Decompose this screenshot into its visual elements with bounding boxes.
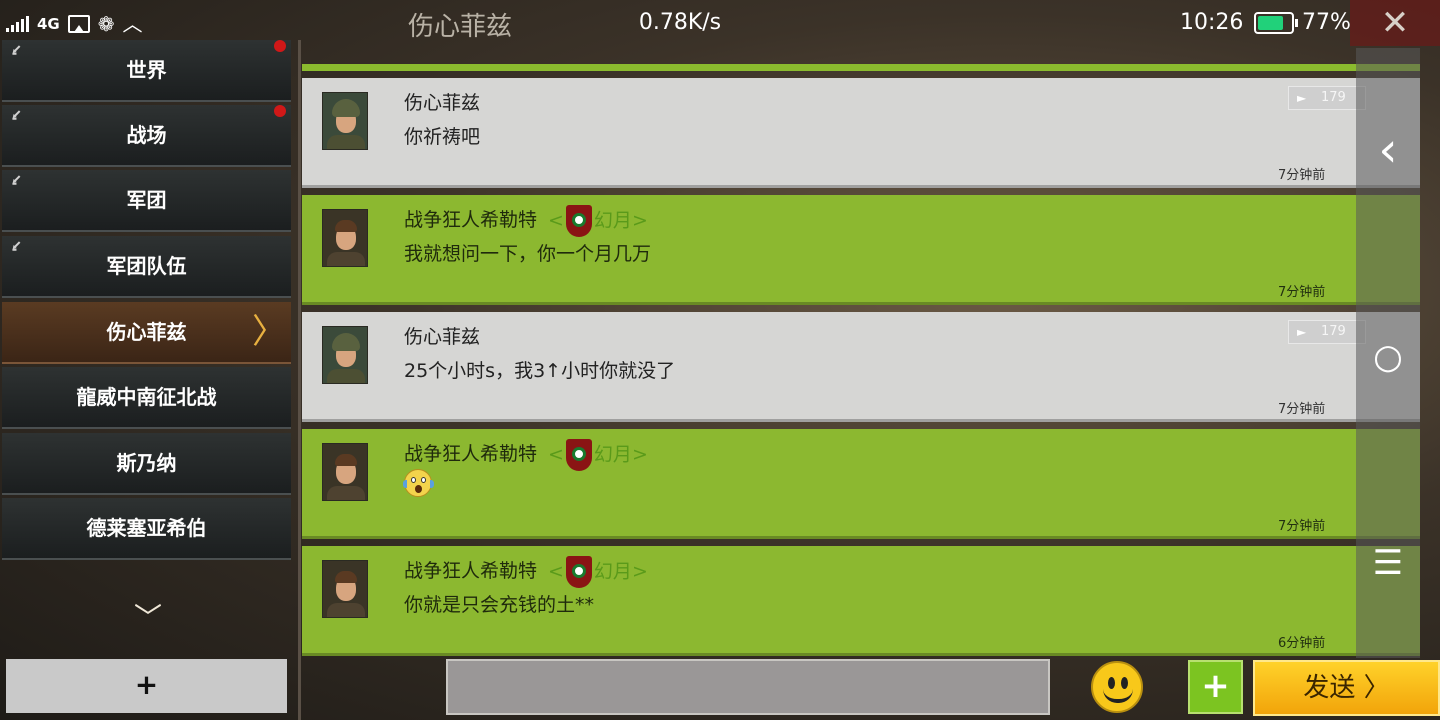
wechat-icon: ❁ bbox=[97, 12, 115, 36]
level-value: 179 bbox=[1321, 324, 1346, 339]
back-icon[interactable]: ‹ bbox=[1356, 126, 1420, 174]
guild-shield-icon bbox=[565, 556, 592, 588]
add-chat-button[interactable]: + bbox=[6, 659, 287, 713]
sidebar-item-legion-team[interactable]: ⭹ 军团队伍 bbox=[2, 236, 291, 298]
sidebar-item-chat[interactable]: 龍威中南征北战 bbox=[2, 367, 291, 429]
pin-icon: ⭹ bbox=[12, 238, 21, 254]
sender-name[interactable]: 伤心菲兹 bbox=[404, 88, 480, 115]
battery-percent: 77% bbox=[1302, 10, 1351, 35]
pin-icon: ⭹ bbox=[12, 42, 21, 58]
pin-icon: ⭹ bbox=[12, 107, 21, 123]
chevron-up-icon: ︿ bbox=[122, 12, 143, 36]
message-composer: + 发送 〉 bbox=[300, 657, 1440, 720]
sidebar-item-label: 军团队伍 bbox=[106, 254, 187, 278]
message-text: 25个小时s，我3↑小时你就没了 bbox=[404, 360, 676, 382]
image-icon bbox=[67, 15, 90, 33]
sidebar-item-battlefield[interactable]: ⭹ 战场 bbox=[2, 105, 291, 167]
chevron-right-icon: 〉 bbox=[252, 312, 286, 352]
sender-name[interactable]: 战争狂人希勒特 bbox=[404, 556, 537, 583]
status-icons: 4G ❁ ︿ bbox=[6, 10, 143, 38]
smiley-icon[interactable] bbox=[1091, 661, 1143, 713]
guild-shield-icon bbox=[565, 205, 592, 237]
unread-dot bbox=[274, 105, 286, 117]
list-top-border bbox=[302, 64, 1420, 71]
sidebar-item-chat[interactable]: 斯乃纳 bbox=[2, 433, 291, 495]
tag-bracket: > bbox=[631, 209, 648, 232]
attach-plus-button[interactable]: + bbox=[1188, 660, 1243, 714]
flag-icon: ► bbox=[1297, 325, 1307, 339]
sidebar-item-active-chat[interactable]: 伤心菲兹 〉 bbox=[2, 302, 291, 364]
guild-tag[interactable]: < 幻月> bbox=[548, 205, 648, 237]
chevron-down-icon[interactable]: ﹀ bbox=[130, 596, 166, 634]
unread-dot bbox=[274, 40, 286, 52]
signal-icon bbox=[6, 16, 29, 32]
message-text: 我就想问一下，你一个月几万 bbox=[404, 243, 652, 265]
chevron-right-icon: 〉 bbox=[1363, 673, 1390, 703]
sidebar-item-world[interactable]: ⭹ 世界 bbox=[2, 40, 291, 102]
guild-name: 幻月 bbox=[593, 443, 632, 466]
message-text: 你祈祷吧 bbox=[404, 126, 481, 148]
guild-name: 幻月 bbox=[593, 209, 632, 232]
sidebar-item-label: 斯乃纳 bbox=[116, 451, 177, 475]
menu-icon[interactable]: ☰ bbox=[1356, 546, 1420, 580]
message-time: 7分钟前 bbox=[1278, 402, 1326, 417]
sidebar-item-label: 伤心菲兹 bbox=[106, 320, 187, 344]
avatar[interactable] bbox=[322, 443, 368, 501]
sidebar-item-label: 德莱塞亚希伯 bbox=[86, 516, 207, 540]
sender-name[interactable]: 战争狂人希勒特 bbox=[404, 439, 537, 466]
flag-icon: ► bbox=[1297, 91, 1307, 105]
scream-emoji-icon bbox=[403, 469, 434, 497]
tag-bracket: < bbox=[548, 560, 564, 583]
message-item: 伤心菲兹 ► 179 你祈祷吧 7分钟前 bbox=[302, 78, 1420, 188]
sidebar-item-label: 龍威中南征北战 bbox=[76, 385, 217, 409]
sidebar-item-label: 战场 bbox=[126, 123, 167, 147]
battery-icon bbox=[1254, 12, 1294, 34]
sidebar-item-chat[interactable]: 德莱塞亚希伯 bbox=[2, 498, 291, 560]
tag-bracket: > bbox=[631, 443, 648, 466]
guild-shield-icon bbox=[565, 439, 592, 471]
tag-bracket: < bbox=[548, 443, 564, 466]
avatar[interactable] bbox=[322, 326, 368, 384]
network-type: 4G bbox=[37, 14, 60, 33]
sidebar-item-legion[interactable]: ⭹ 军团 bbox=[2, 170, 291, 232]
message-item: 战争狂人希勒特 < 幻月> 7分钟前 bbox=[302, 429, 1420, 539]
home-icon[interactable]: ○ bbox=[1356, 340, 1420, 374]
sender-name[interactable]: 伤心菲兹 bbox=[404, 322, 480, 349]
floating-nav-bar: ‹ ○ ☰ bbox=[1356, 48, 1420, 658]
sidebar-item-label: 军团 bbox=[126, 188, 167, 212]
message-time: 6分钟前 bbox=[1278, 636, 1326, 651]
avatar[interactable] bbox=[322, 209, 368, 267]
sidebar-divider bbox=[298, 40, 301, 720]
send-button[interactable]: 发送 〉 bbox=[1253, 660, 1440, 716]
message-text: 你就是只会充钱的土** bbox=[404, 594, 595, 616]
message-item: 伤心菲兹 ► 179 25个小时s，我3↑小时你就没了 7分钟前 bbox=[302, 312, 1420, 422]
guild-name: 幻月 bbox=[593, 560, 632, 583]
message-time: 7分钟前 bbox=[1278, 519, 1326, 534]
tag-bracket: < bbox=[548, 209, 564, 232]
battery-fill bbox=[1258, 16, 1283, 30]
message-item: 战争狂人希勒特 < 幻月> 你就是只会充钱的土** 6分钟前 bbox=[302, 546, 1420, 656]
pin-icon: ⭹ bbox=[12, 172, 21, 188]
tag-bracket: > bbox=[631, 560, 648, 583]
message-time: 7分钟前 bbox=[1278, 285, 1326, 300]
send-label: 发送 bbox=[1303, 673, 1356, 703]
network-speed: 0.78K/s bbox=[638, 10, 722, 35]
level-value: 179 bbox=[1321, 90, 1346, 105]
message-input[interactable] bbox=[446, 659, 1050, 715]
message-time: 7分钟前 bbox=[1278, 168, 1326, 183]
sidebar-item-label: 世界 bbox=[126, 58, 167, 82]
sender-name[interactable]: 战争狂人希勒特 bbox=[404, 205, 537, 232]
level-badge: ► 179 bbox=[1288, 320, 1366, 344]
battery-tip bbox=[1295, 19, 1298, 27]
clock: 10:26 bbox=[1180, 10, 1244, 35]
page-title: 伤心菲兹 bbox=[407, 12, 512, 42]
guild-tag[interactable]: < 幻月> bbox=[548, 556, 648, 588]
avatar[interactable] bbox=[322, 560, 368, 618]
message-item: 战争狂人希勒特 < 幻月> 我就想问一下，你一个月几万 7分钟前 bbox=[302, 195, 1420, 305]
avatar[interactable] bbox=[322, 92, 368, 150]
guild-tag[interactable]: < 幻月> bbox=[548, 439, 648, 471]
level-badge: ► 179 bbox=[1288, 86, 1366, 110]
close-button[interactable]: ✕ bbox=[1350, 0, 1440, 46]
channel-sidebar: ⭹ 世界 ⭹ 战场 ⭹ 军团 ⭹ 军团队伍 伤心菲兹 〉 龍威中南征北战 斯乃纳 德莱塞亚… bbox=[0, 40, 298, 720]
